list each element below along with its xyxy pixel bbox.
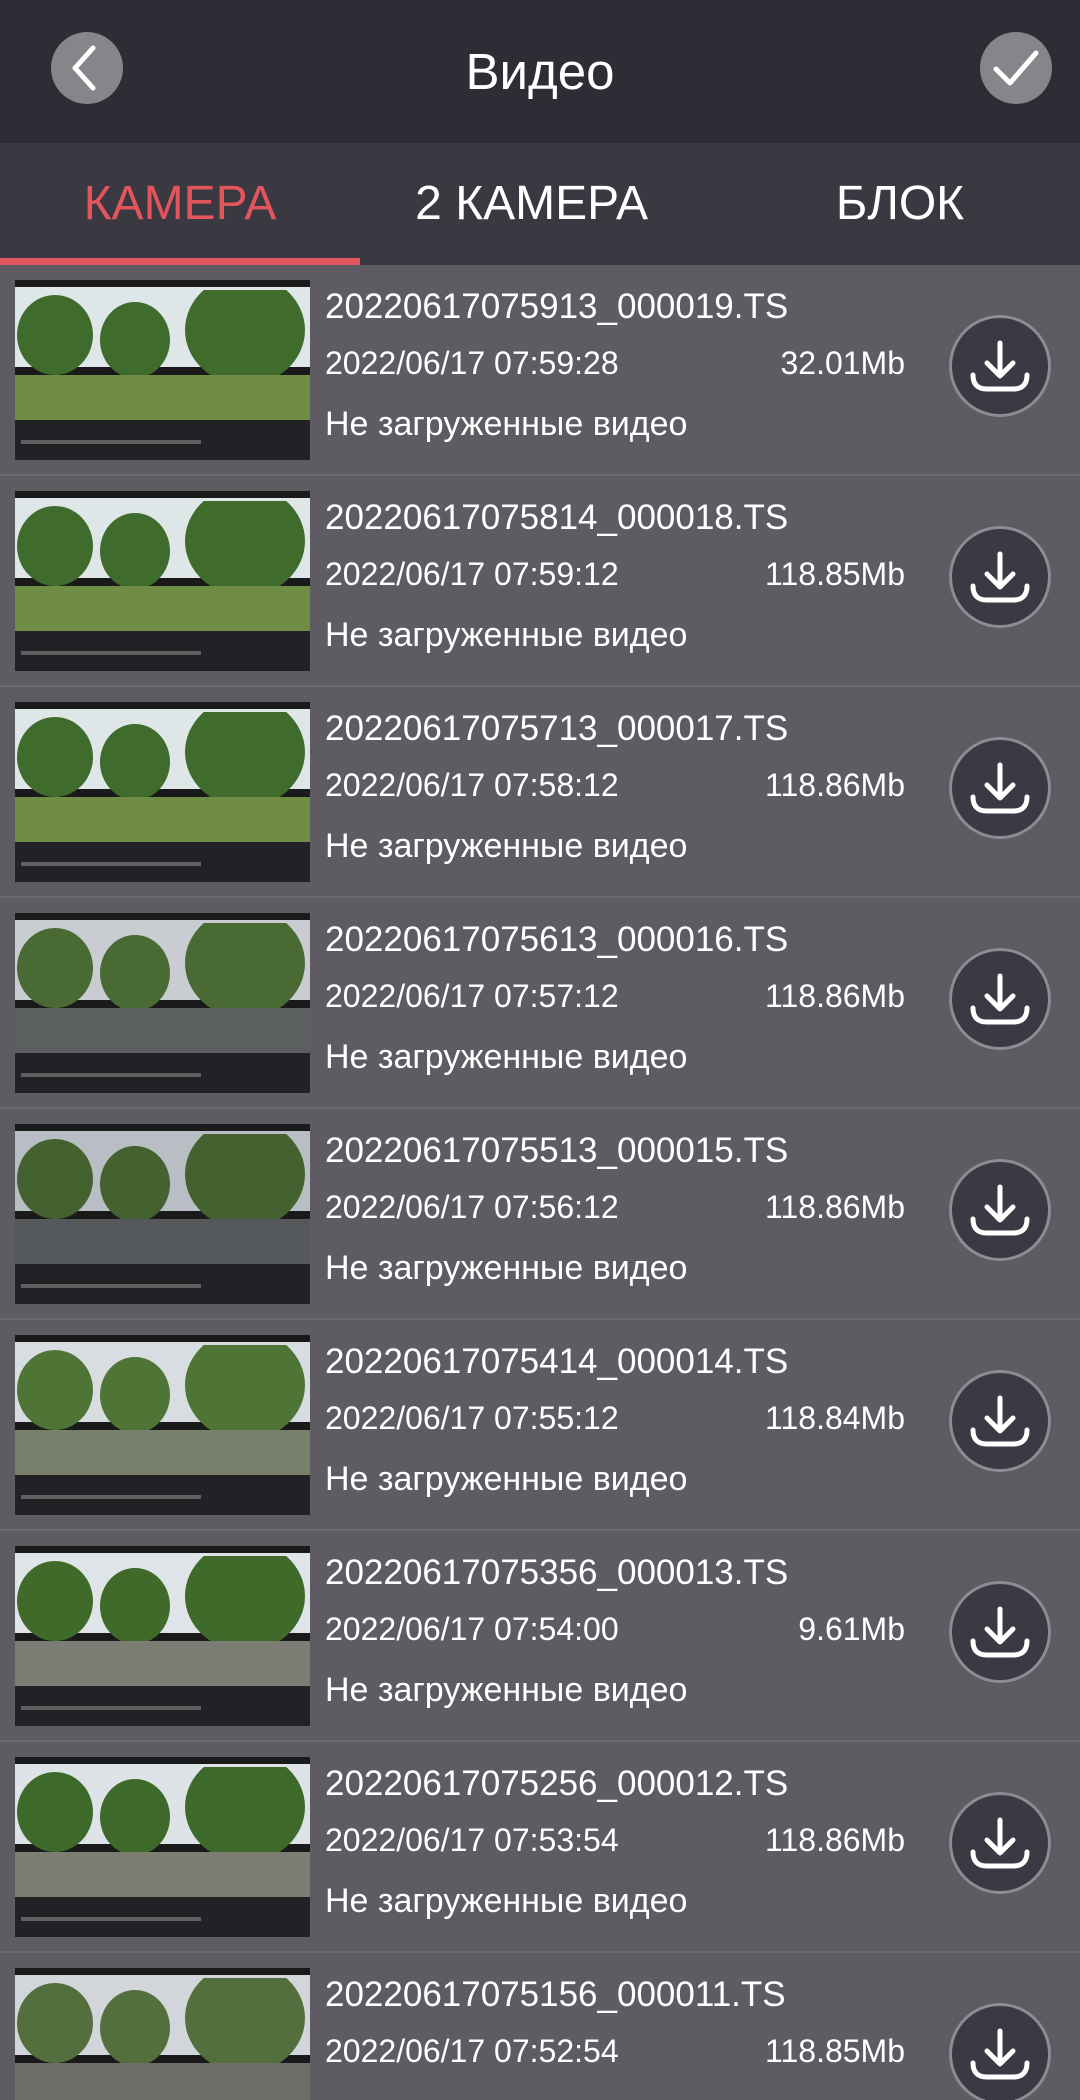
download-icon [970,1395,1030,1447]
video-datetime: 2022/06/17 07:54:00 [325,1611,619,1647]
download-button[interactable] [949,1370,1051,1472]
download-icon [970,973,1030,1025]
download-icon [970,1606,1030,1658]
app-header: Видео [0,0,1080,143]
video-row[interactable]: 20220617075414_000014.TS 2022/06/17 07:55… [0,1320,1080,1531]
video-status: Не загруженные видео [325,1671,688,1709]
download-button[interactable] [949,526,1051,628]
video-datetime: 2022/06/17 07:55:12 [325,1400,619,1436]
video-size: 118.86Mb [765,1822,905,1858]
download-button[interactable] [949,2003,1051,2100]
video-list[interactable]: 20220617075913_000019.TS 2022/06/17 07:59… [0,265,1080,2100]
video-thumbnail[interactable] [15,1124,310,1304]
download-button[interactable] [949,315,1051,417]
video-datetime: 2022/06/17 07:58:12 [325,767,619,803]
video-filename: 20220617075156_000011.TS [325,1975,786,2014]
video-thumbnail[interactable] [15,1335,310,1515]
video-datetime: 2022/06/17 07:53:54 [325,1822,619,1858]
tab-block[interactable]: БЛОК [720,143,1080,265]
video-datetime: 2022/06/17 07:59:12 [325,556,619,592]
video-datetime: 2022/06/17 07:52:54 [325,2033,619,2069]
download-icon [970,2028,1030,2080]
video-row[interactable]: 20220617075256_000012.TS 2022/06/17 07:53… [0,1742,1080,1953]
video-size: 32.01Mb [780,345,905,381]
video-row[interactable]: 20220617075814_000018.TS 2022/06/17 07:59… [0,476,1080,687]
video-filename: 20220617075256_000012.TS [325,1764,789,1803]
video-status: Не загруженные видео [325,1882,688,1920]
video-status: Не загруженные видео [325,827,688,865]
video-datetime: 2022/06/17 07:57:12 [325,978,619,1014]
video-row[interactable]: 20220617075713_000017.TS 2022/06/17 07:58… [0,687,1080,898]
download-icon [970,340,1030,392]
download-icon [970,551,1030,603]
download-icon [970,1817,1030,1869]
video-row[interactable]: 20220617075356_000013.TS 2022/06/17 07:54… [0,1531,1080,1742]
tab-camera-2[interactable]: 2 КАМЕРА [360,143,648,265]
download-icon [970,762,1030,814]
video-thumbnail[interactable] [15,913,310,1093]
video-size: 118.86Mb [765,1189,905,1225]
video-filename: 20220617075913_000019.TS [325,287,789,326]
video-filename: 20220617075414_000014.TS [325,1342,789,1381]
video-size: 118.86Mb [765,978,905,1014]
video-thumbnail[interactable] [15,491,310,671]
download-button[interactable] [949,948,1051,1050]
video-datetime: 2022/06/17 07:59:28 [325,345,619,381]
video-status: Не загруженные видео [325,405,688,443]
video-datetime: 2022/06/17 07:56:12 [325,1189,619,1225]
video-row[interactable]: 20220617075156_000011.TS 2022/06/17 07:52… [0,1953,1080,2100]
video-filename: 20220617075613_000016.TS [325,920,789,959]
tab-camera[interactable]: КАМЕРА [0,143,360,265]
video-filename: 20220617075513_000015.TS [325,1131,789,1170]
video-thumbnail[interactable] [15,1546,310,1726]
video-size: 9.61Mb [798,1611,905,1647]
download-icon [970,1184,1030,1236]
download-button[interactable] [949,1581,1051,1683]
page-title: Видео [465,43,615,100]
download-button[interactable] [949,1792,1051,1894]
video-status: Не загруженные видео [325,1038,688,1076]
video-filename: 20220617075814_000018.TS [325,498,789,537]
checkmark-icon [993,50,1039,86]
download-button[interactable] [949,1159,1051,1261]
video-size: 118.86Mb [765,767,905,803]
video-size: 118.85Mb [765,556,905,592]
video-filename: 20220617075713_000017.TS [325,709,789,748]
video-filename: 20220617075356_000013.TS [325,1553,789,1592]
video-status: Не загруженные видео [325,1460,688,1498]
confirm-button[interactable] [980,32,1052,104]
video-thumbnail[interactable] [15,1757,310,1937]
video-size: 118.84Mb [765,1400,905,1436]
video-thumbnail[interactable] [15,280,310,460]
active-tab-indicator [0,258,360,265]
video-row[interactable]: 20220617075513_000015.TS 2022/06/17 07:56… [0,1109,1080,1320]
video-status: Не загруженные видео [325,616,688,654]
video-row[interactable]: 20220617075613_000016.TS 2022/06/17 07:57… [0,898,1080,1109]
video-row[interactable]: 20220617075913_000019.TS 2022/06/17 07:59… [0,265,1080,476]
video-status: Не загруженные видео [325,1249,688,1287]
video-size: 118.85Mb [765,2033,905,2069]
tab-bar: КАМЕРА 2 КАМЕРА БЛОК [0,143,1080,265]
video-thumbnail[interactable] [15,1968,310,2100]
video-thumbnail[interactable] [15,702,310,882]
download-button[interactable] [949,737,1051,839]
